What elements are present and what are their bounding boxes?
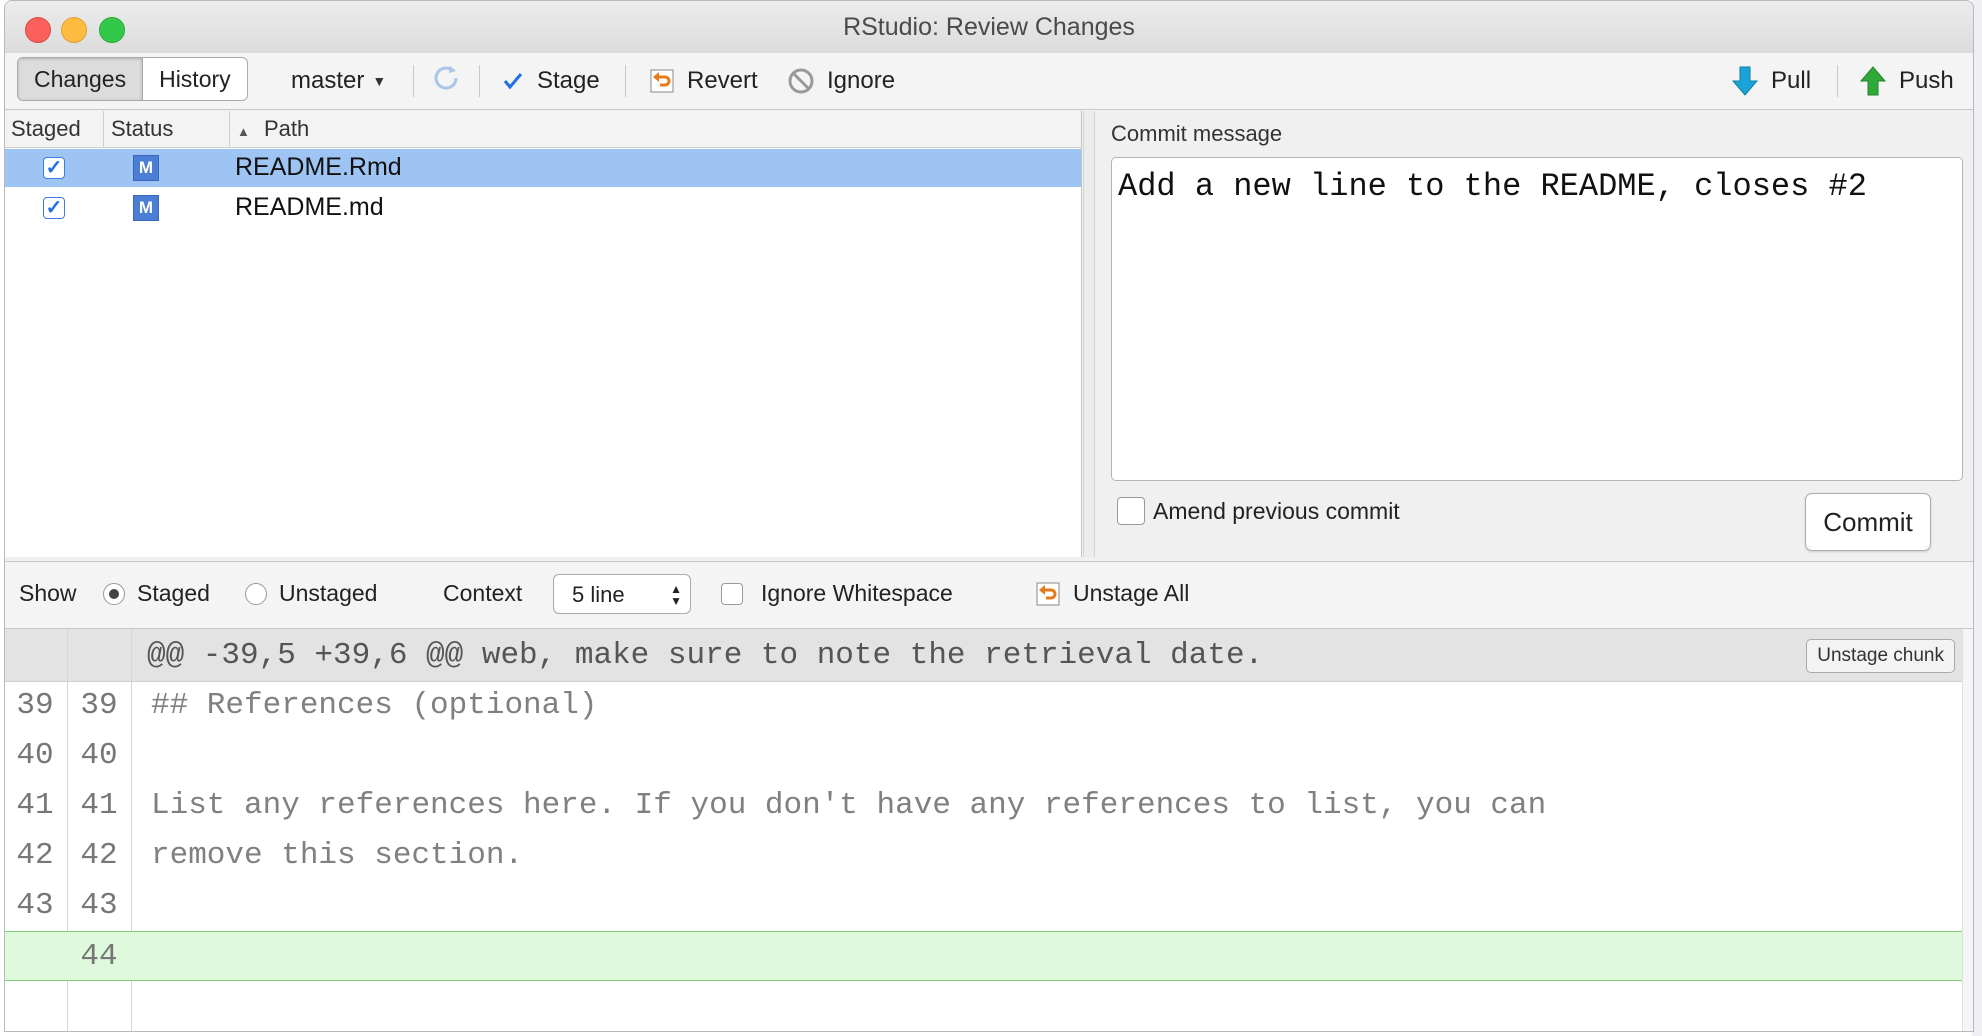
staged-radio[interactable]: [103, 582, 125, 605]
new-line-number: 43: [80, 888, 118, 923]
hunk-header: @@ -39,5 +39,6 @@ web, make sure to note…: [5, 629, 1973, 682]
pane-splitter[interactable]: [1083, 111, 1095, 557]
diff-scrollbar[interactable]: [1962, 629, 1973, 1031]
amend-previous-commit[interactable]: Amend previous commit: [1117, 497, 1400, 525]
pull-label: Pull: [1771, 67, 1812, 94]
diff-options-bar: Show Staged Unstaged Context 5 line ▲ ▼ I…: [5, 561, 1973, 629]
staged-checkbox[interactable]: [43, 157, 65, 179]
diff-line: 39 39 ## References (optional): [5, 681, 1973, 731]
commit-message-label: Commit message: [1111, 121, 1283, 146]
diff-line-text: List any references here. If you don't h…: [151, 788, 1547, 823]
hunk-gutter-old: [5, 629, 68, 681]
push-arrow-icon: [1859, 65, 1887, 97]
refresh-icon: [429, 61, 463, 102]
push-label: Push: [1899, 67, 1954, 94]
ignore-whitespace-checkbox[interactable]: [721, 582, 743, 605]
diff-line-text: ## References (optional): [151, 688, 598, 723]
toolbar-divider: [625, 65, 626, 97]
show-unstaged-option[interactable]: Unstaged: [245, 580, 377, 607]
commit-message-input[interactable]: Add a new line to the README, closes #2: [1111, 157, 1963, 481]
ignore-icon: [787, 67, 815, 95]
diff-line-text: remove this section.: [151, 838, 524, 873]
chevron-down-icon: ▼: [372, 73, 387, 89]
diff-view: @@ -39,5 +39,6 @@ web, make sure to note…: [5, 629, 1973, 1031]
commit-button[interactable]: Commit: [1805, 493, 1931, 551]
pull-button[interactable]: Pull: [1731, 61, 1811, 101]
ignore-whitespace-option[interactable]: Ignore Whitespace: [721, 580, 953, 607]
old-line-number: 40: [16, 738, 54, 773]
new-line-number: 41: [80, 788, 118, 823]
context-select[interactable]: 5 line ▲ ▼: [553, 574, 691, 614]
show-label: Show: [19, 580, 77, 606]
new-line-number: 44: [80, 939, 118, 974]
review-changes-window: RStudio: Review Changes Changes History …: [4, 0, 1974, 1032]
sort-ascending-icon: ▲: [237, 124, 250, 139]
amend-label: Amend previous commit: [1153, 497, 1400, 524]
unstage-all-icon: [1035, 581, 1061, 607]
diff-line-added: 44: [5, 931, 1973, 981]
context-label: Context: [443, 580, 523, 606]
toolbar: Changes History master ▼ Stage Revert Ig…: [5, 53, 1973, 110]
new-line-number: 40: [80, 738, 118, 773]
tab-history[interactable]: History: [143, 58, 247, 100]
stage-check-icon: [501, 69, 525, 93]
diff-line: 42 42 remove this section.: [5, 831, 1973, 881]
stepper-arrows-icon: ▲ ▼: [670, 582, 682, 608]
revert-icon: [649, 68, 675, 94]
commit-panel: Commit message Add a new line to the REA…: [1095, 111, 1973, 557]
modified-status-icon: M: [133, 155, 159, 181]
old-line-number: 41: [16, 788, 54, 823]
new-line-number: 42: [80, 838, 118, 873]
files-header: Staged Status ▲ Path: [5, 111, 1081, 148]
ignore-label: Ignore: [827, 67, 896, 94]
column-header-path[interactable]: ▲ Path: [231, 111, 309, 150]
file-path: README.Rmd: [235, 153, 402, 181]
diff-line: 40 40: [5, 731, 1973, 781]
column-header-path-label: Path: [264, 116, 310, 141]
toolbar-divider: [1837, 65, 1838, 97]
column-header-status[interactable]: Status: [105, 111, 230, 147]
tab-changes[interactable]: Changes: [18, 58, 144, 100]
window-title: RStudio: Review Changes: [843, 13, 1135, 41]
revert-button[interactable]: Revert: [649, 61, 758, 101]
view-tabs: Changes History: [17, 57, 248, 101]
branch-name: master: [291, 67, 365, 94]
ignore-whitespace-label: Ignore Whitespace: [761, 580, 953, 606]
staged-radio-label: Staged: [137, 580, 210, 606]
staged-checkbox[interactable]: [43, 197, 65, 219]
hunk-gutter-new: [69, 629, 132, 681]
unstage-all-button[interactable]: Unstage All: [1035, 580, 1189, 607]
stage-label: Stage: [537, 67, 600, 94]
refresh-button[interactable]: [429, 61, 463, 101]
title-bar: RStudio: Review Changes: [5, 1, 1973, 54]
branch-dropdown[interactable]: master ▼: [291, 61, 386, 101]
unstaged-radio[interactable]: [245, 582, 267, 605]
file-path: README.md: [235, 193, 384, 221]
toolbar-divider: [413, 65, 414, 97]
column-header-staged[interactable]: Staged: [5, 111, 104, 147]
pull-arrow-icon: [1731, 65, 1759, 97]
modified-status-icon: M: [133, 195, 159, 221]
old-line-number: 42: [16, 838, 54, 873]
context-value: 5 line: [572, 582, 625, 607]
new-line-number: 39: [80, 688, 118, 723]
unstage-all-label: Unstage All: [1073, 580, 1190, 606]
show-staged-option[interactable]: Staged: [103, 580, 210, 607]
diff-line: 41 41 List any references here. If you d…: [5, 781, 1973, 831]
diff-line: 43 43: [5, 881, 1973, 931]
old-line-number: 39: [16, 688, 54, 723]
push-button[interactable]: Push: [1859, 61, 1954, 101]
toolbar-divider: [479, 65, 480, 97]
file-row[interactable]: M README.md: [5, 189, 1081, 227]
unstage-chunk-button[interactable]: Unstage chunk: [1806, 639, 1955, 673]
revert-label: Revert: [687, 67, 758, 94]
stage-button[interactable]: Stage: [501, 61, 600, 101]
unstaged-radio-label: Unstaged: [279, 580, 378, 606]
changed-files-list: Staged Status ▲ Path M README.Rmd M READ…: [5, 111, 1082, 557]
old-line-number: 43: [16, 888, 54, 923]
file-row[interactable]: M README.Rmd: [5, 149, 1081, 187]
amend-checkbox[interactable]: [1117, 497, 1145, 525]
ignore-button[interactable]: Ignore: [787, 61, 895, 101]
hunk-header-text: @@ -39,5 +39,6 @@ web, make sure to note…: [147, 638, 1264, 673]
